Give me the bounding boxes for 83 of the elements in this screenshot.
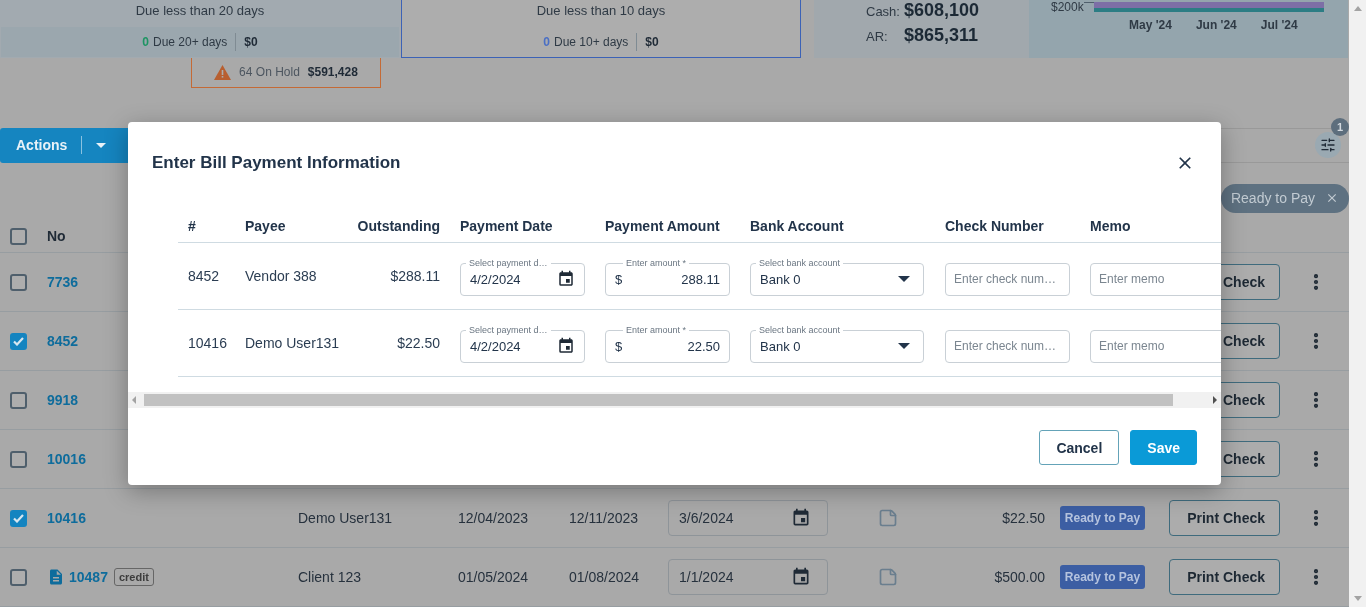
balance-label: Cash:	[866, 4, 901, 19]
vertical-scrollbar[interactable]	[1349, 0, 1366, 607]
axis-tick-label: Jun '24	[1195, 18, 1237, 32]
payee-cell-text: Demo User131	[297, 510, 394, 527]
print-check-button[interactable]: Print Check	[1169, 500, 1280, 537]
axis-tick-label: May '24	[1129, 18, 1172, 32]
column-header: Bank Account	[749, 218, 845, 234]
outstanding-cell-text: $288.11	[389, 268, 441, 284]
card-title: Due less than 10 days	[535, 2, 667, 20]
checkbox[interactable]	[10, 227, 27, 245]
actions-button[interactable]: Actions	[0, 127, 128, 163]
column-header: Memo	[1089, 218, 1132, 234]
outstanding-cell-text: $22.50	[396, 335, 441, 351]
axis-tick-label: $200k	[1051, 0, 1084, 14]
payee-cell-text: Vendor 388	[244, 268, 318, 284]
checkbox[interactable]	[10, 332, 27, 350]
payee-cell-text: Demo User131	[244, 335, 341, 351]
date-cell-text: 01/08/2024	[569, 569, 641, 585]
filter-count-badge: 1	[1331, 118, 1349, 137]
amount-field[interactable]: Enter amount * $ 22.50	[605, 323, 730, 363]
check-number-field[interactable]: Enter check num…	[945, 262, 1070, 296]
warning-icon	[214, 64, 232, 80]
print-check-button[interactable]: Print Check	[1169, 559, 1280, 595]
horizontal-scrollbar[interactable]	[128, 392, 1221, 408]
balance-value: $608,100	[904, 0, 980, 21]
column-header: Payment Date	[459, 218, 554, 234]
column-header: Payment Amount	[604, 218, 721, 234]
due-amount: $0	[645, 34, 659, 49]
dropdown-caret-icon[interactable]	[898, 343, 910, 349]
credit-tag: credit	[113, 568, 154, 586]
due-count: 0 Due 10+ days	[543, 34, 629, 49]
checkbox[interactable]	[10, 568, 27, 586]
column-header: Payee	[244, 218, 287, 234]
checkbox[interactable]	[10, 509, 27, 527]
memo-field[interactable]: Enter memo	[1090, 262, 1221, 296]
amount-cell-text: $22.50	[1001, 510, 1045, 527]
amount-cell-text: $500.00	[993, 569, 1045, 585]
caret-icon	[96, 142, 107, 148]
date-cell-text: 12/11/2023	[569, 510, 640, 527]
bank-account-select[interactable]: Select bank account Bank 0	[750, 323, 924, 363]
column-header: #	[187, 218, 197, 234]
cancel-button[interactable]: Cancel	[1039, 430, 1120, 465]
dialog-title: Enter Bill Payment Information	[152, 153, 401, 173]
calendar-icon[interactable]	[557, 270, 575, 288]
bank-account-select[interactable]: Select bank account Bank 0	[750, 256, 924, 296]
calendar-icon[interactable]	[791, 508, 811, 529]
status-badge: Ready to Pay	[1060, 565, 1145, 589]
dropdown-caret-icon[interactable]	[898, 276, 910, 282]
checkbox[interactable]	[10, 450, 27, 468]
balance-value: $865,311	[904, 25, 979, 46]
calendar-icon[interactable]	[557, 337, 575, 355]
calendar-icon[interactable]	[791, 567, 811, 587]
checkbox[interactable]	[10, 391, 27, 409]
sliders-icon	[1320, 137, 1336, 154]
date-field[interactable]: 1/1/2024	[668, 559, 828, 595]
column-header: Outstanding	[356, 218, 441, 234]
filter-button[interactable]	[1315, 132, 1341, 159]
bill-number-cell-text: 10416	[187, 335, 228, 351]
check-number-field[interactable]: Enter check num…	[945, 329, 1070, 363]
axis-tick-label: Jul '24	[1260, 18, 1298, 32]
date-field[interactable]: 3/6/2024	[668, 500, 828, 537]
checkbox[interactable]	[10, 273, 27, 291]
on-hold-badge[interactable]: 64 On Hold $591,428	[191, 57, 381, 88]
date-cell-text: 01/05/2024	[458, 569, 530, 585]
memo-field[interactable]: Enter memo	[1090, 329, 1221, 363]
amount-field[interactable]: Enter amount * $ 288.11	[605, 256, 730, 296]
due-amount: $0	[244, 34, 258, 49]
due-count: 0 Due 20+ days	[142, 34, 228, 49]
column-header: Check Number	[944, 218, 1045, 234]
on-hold-amount: $591,428	[307, 65, 358, 80]
payment-date-field[interactable]: Select payment d… 4/2/2024	[460, 323, 585, 363]
check-icon	[13, 336, 24, 346]
check-icon	[13, 513, 24, 523]
summary-card[interactable]: Due less than 10 days 0 Due 10+ days $0	[401, 0, 801, 58]
payee-cell-text: Client 123	[297, 569, 363, 585]
date-cell-text: 12/04/2023	[458, 510, 530, 527]
status-badge: Ready to Pay	[1060, 506, 1145, 531]
bill-number-cell-text: 8452	[187, 268, 221, 284]
summary-card[interactable]: Due less than 20 days 0 Due 20+ days $0	[0, 0, 400, 58]
card-title: Due less than 20 days	[134, 2, 266, 20]
balance-label: AR:	[866, 29, 889, 44]
payment-date-field[interactable]: Select payment d… 4/2/2024	[460, 256, 585, 296]
on-hold-count: 64 On Hold	[239, 65, 300, 80]
